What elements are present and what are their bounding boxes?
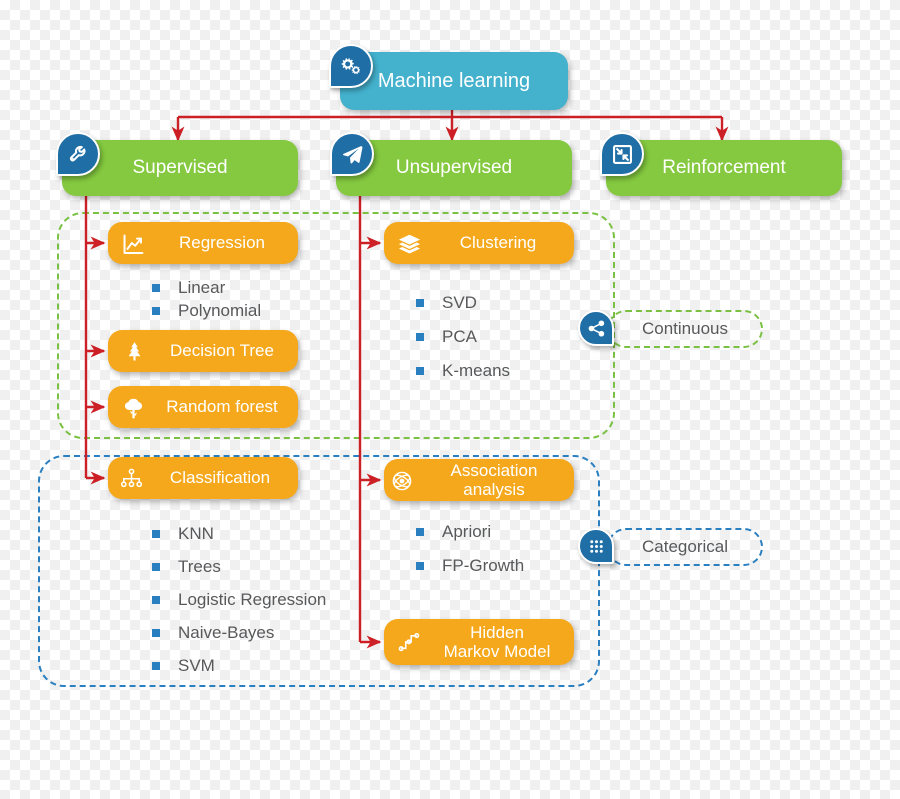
bullet-square (152, 562, 160, 571)
node-hidden-markov-model-label: Hidden Markov Model (420, 623, 574, 661)
line-chart-icon (120, 231, 146, 257)
node-path-icon (396, 629, 422, 655)
bullet-square (416, 528, 424, 536)
classification-items: KNN Trees Logistic Regression Naive-Baye… (152, 517, 326, 682)
hmm-label-line1: Hidden (470, 622, 524, 642)
list-item-label: K-means (442, 361, 511, 380)
network-globe-icon (389, 468, 414, 493)
association-items: Apriori FP-Growth (416, 515, 524, 583)
list-item-label: SVD (442, 293, 477, 312)
list-item-label: KNN (178, 523, 214, 543)
tag-continuous[interactable]: Continuous (607, 310, 763, 348)
list-item: SVM (152, 649, 326, 682)
list-item-label: FP-Growth (442, 556, 525, 575)
tree-icon (120, 395, 146, 421)
bullet-square (416, 299, 424, 307)
list-item: Apriori (416, 515, 524, 549)
list-item-label: Apriori (442, 522, 492, 541)
wrench-icon (56, 132, 100, 176)
bullet-square (152, 529, 160, 538)
node-association-analysis-label: Association analysis (450, 460, 538, 499)
layers-icon (396, 231, 422, 257)
bullet-square (152, 628, 160, 637)
regression-items: Linear Polynomial (152, 276, 261, 322)
pine-tree-icon (122, 339, 146, 363)
list-item: PCA (416, 320, 510, 354)
list-item-label: Naive-Bayes (178, 622, 275, 642)
node-classification-label: Classification (169, 468, 271, 488)
gears-icon (329, 44, 373, 88)
list-item: K-means (416, 354, 510, 388)
share-nodes-icon (578, 310, 614, 346)
clustering-items: SVD PCA K-means (416, 286, 510, 388)
list-item: Naive-Bayes (152, 616, 326, 649)
node-decision-tree-label: Decision Tree (170, 341, 274, 361)
list-item: SVD (416, 286, 510, 320)
tag-continuous-label: Continuous (641, 319, 728, 338)
bullet-square (152, 283, 160, 292)
node-regression-label: Regression (179, 233, 265, 253)
hmm-label-line2: Markov Model (443, 642, 551, 661)
node-random-forest-label: Random forest (166, 397, 278, 417)
list-item-label: Trees (178, 556, 221, 576)
node-clustering-label: Clustering (459, 233, 537, 253)
bullet-square (416, 562, 424, 570)
bullet-square (416, 333, 424, 341)
list-item: Trees (152, 550, 326, 583)
tag-categorical-label: Categorical (642, 537, 728, 556)
list-item: Polynomial (152, 299, 261, 322)
list-item: KNN (152, 517, 326, 550)
dot-grid-icon (578, 528, 614, 564)
list-item: FP-Growth (416, 549, 524, 583)
bullet-square (416, 367, 424, 375)
list-item: Logistic Regression (152, 583, 326, 616)
list-item: Linear (152, 276, 261, 299)
list-item-label: Linear (178, 277, 226, 297)
list-item-label: SVM (178, 655, 215, 675)
compress-arrows-icon (600, 132, 644, 176)
hierarchy-icon (118, 466, 144, 492)
list-item-label: Polynomial (178, 300, 262, 320)
list-item-label: Logistic Regression (178, 589, 327, 609)
node-machine-learning-label: Machine learning (377, 69, 531, 92)
tag-categorical[interactable]: Categorical (607, 528, 763, 566)
bullet-square (152, 661, 160, 670)
diagram-canvas: Machine learning Supervised Unsupervised… (0, 0, 900, 799)
bullet-square (152, 306, 160, 315)
list-item-label: PCA (442, 327, 477, 346)
bullet-square (152, 595, 160, 604)
node-machine-learning[interactable]: Machine learning (340, 52, 568, 110)
paper-plane-icon (330, 132, 374, 176)
